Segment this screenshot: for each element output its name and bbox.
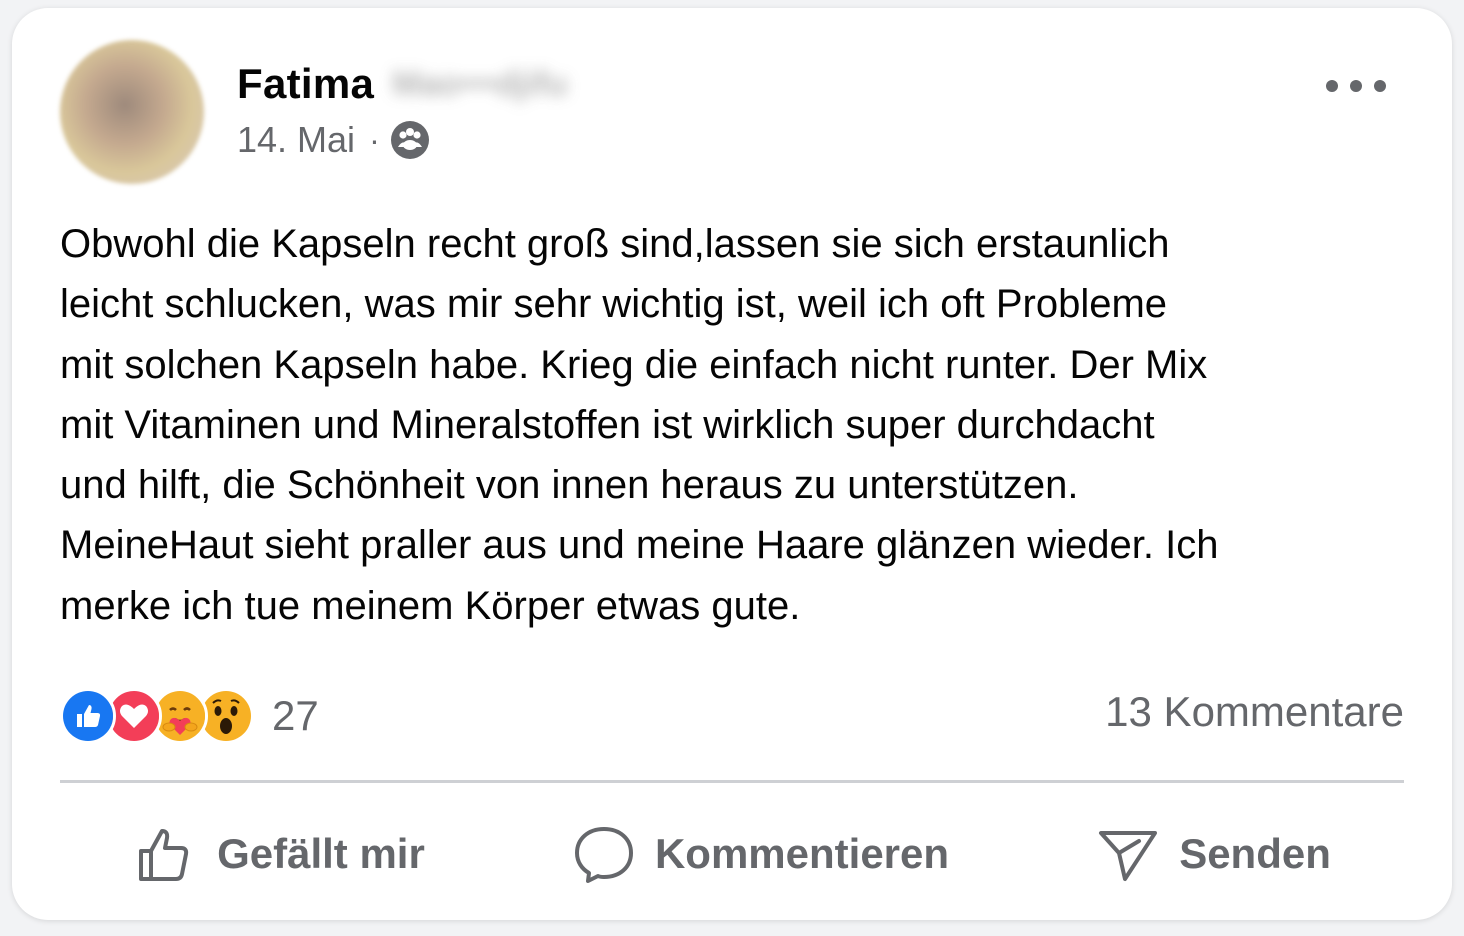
post-meta: 14. Mai · — [237, 118, 430, 162]
comment-label: Kommentieren — [654, 830, 950, 877]
post-author[interactable]: Fatima Mao•••djifu — [237, 60, 568, 108]
post-text: Obwohl die Kapseln recht groß sind,lasse… — [60, 222, 1219, 628]
like-button[interactable]: Gefällt mir — [133, 821, 425, 887]
avatar[interactable] — [60, 40, 204, 184]
send-icon — [1099, 831, 1158, 881]
send-button[interactable]: Senden — [1095, 821, 1331, 887]
reactions-summary[interactable]: 27 — [60, 686, 319, 746]
reaction-count[interactable]: 27 — [272, 692, 319, 740]
like-icon — [60, 688, 116, 744]
thumbs-up-icon — [139, 829, 189, 881]
author-first-name[interactable]: Fatima — [237, 60, 374, 108]
comment-count[interactable]: 13 Kommentare — [1105, 688, 1404, 736]
comment-button[interactable]: Kommentieren — [571, 821, 949, 887]
post-date[interactable]: 14. Mai — [237, 119, 355, 161]
like-label: Gefällt mir — [217, 830, 425, 877]
post-actions: Gefällt mir Kommentieren Senden — [60, 808, 1404, 900]
divider — [60, 780, 1404, 783]
send-label: Senden — [1179, 830, 1331, 877]
more-options-icon[interactable] — [1326, 68, 1386, 104]
author-last-name-blurred: Mao•••djifu — [392, 64, 568, 103]
post-card: Fatima Mao•••djifu 14. Mai · Obwohl die … — [12, 8, 1452, 920]
comment-icon — [574, 827, 633, 883]
meta-separator: · — [369, 121, 380, 158]
friends-icon[interactable] — [390, 120, 430, 160]
